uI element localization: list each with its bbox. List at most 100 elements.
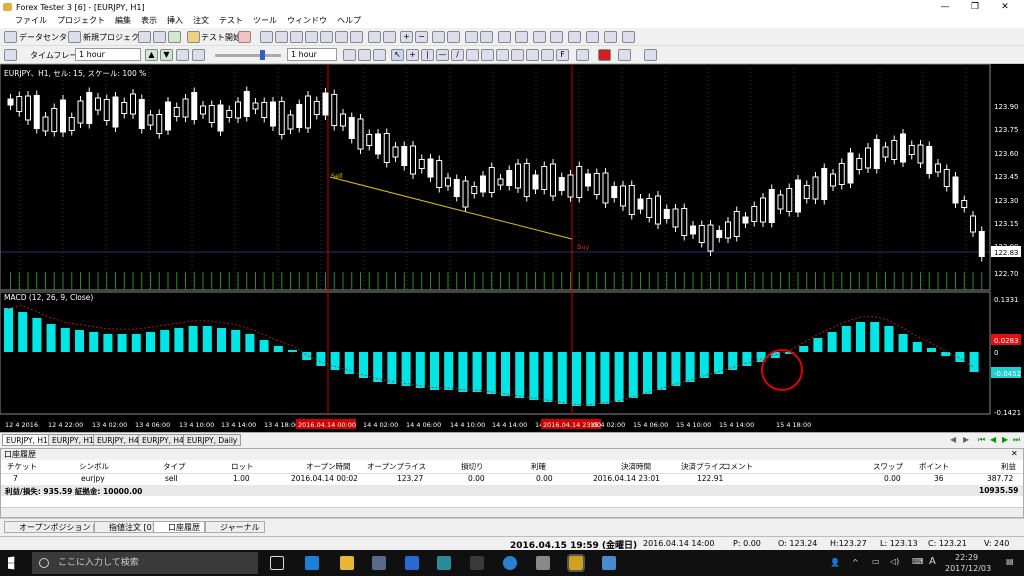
tb2-icon-4[interactable] bbox=[358, 49, 371, 61]
clock-date[interactable]: 2017/12/03 bbox=[945, 564, 991, 573]
col-open-price[interactable]: オープンプライス bbox=[367, 461, 426, 472]
panel-close-icon[interactable]: ✕ bbox=[1011, 449, 1018, 458]
scroll-left-icon[interactable]: ◀ bbox=[950, 435, 956, 444]
tb1-icon-5[interactable] bbox=[320, 31, 333, 43]
up-arrow-icon[interactable]: ▲ bbox=[145, 49, 158, 61]
open-icon[interactable] bbox=[138, 31, 151, 43]
test-start-button[interactable]: テスト開始 bbox=[201, 32, 241, 43]
tb1-icon-21[interactable] bbox=[622, 31, 635, 43]
tb1-icon-17[interactable] bbox=[550, 31, 563, 43]
menu-help[interactable]: ヘルプ bbox=[332, 14, 366, 28]
menu-tools[interactable]: ツール bbox=[248, 14, 282, 28]
tray-volume-icon[interactable]: ◁) bbox=[890, 557, 899, 566]
tb1-icon-14[interactable] bbox=[498, 31, 511, 43]
tb1-icon-6[interactable] bbox=[335, 31, 348, 43]
tb2-icon-3[interactable] bbox=[343, 49, 356, 61]
col-takeprofit[interactable]: 利確 bbox=[531, 461, 546, 472]
speed-slider-thumb[interactable] bbox=[260, 50, 265, 60]
tab-eurjpy-daily[interactable]: EURJPY, Daily bbox=[183, 434, 242, 446]
tb2-icon-9[interactable] bbox=[511, 49, 524, 61]
tray-people-icon[interactable]: 👤 bbox=[830, 558, 840, 567]
menu-edit[interactable]: 編集 bbox=[110, 14, 136, 28]
color-icon[interactable] bbox=[598, 49, 611, 61]
close-button[interactable]: ✕ bbox=[990, 0, 1020, 14]
edge-icon[interactable] bbox=[305, 556, 319, 570]
store-icon[interactable] bbox=[372, 556, 386, 570]
tb1-icon-19[interactable] bbox=[586, 31, 599, 43]
crosshair-icon[interactable]: + bbox=[406, 49, 419, 61]
menu-file[interactable]: ファイル bbox=[10, 14, 52, 28]
test-icon[interactable] bbox=[187, 31, 200, 43]
tb1-icon-12[interactable] bbox=[465, 31, 478, 43]
tb1-icon-11[interactable] bbox=[447, 31, 460, 43]
last-icon[interactable]: ⏭ bbox=[1013, 435, 1020, 445]
history-scrollbar[interactable] bbox=[1, 507, 1023, 517]
cursor-icon[interactable]: ↖ bbox=[391, 49, 404, 61]
timeframe-select[interactable]: 1 hour bbox=[75, 48, 141, 61]
col-points[interactable]: ポイント bbox=[919, 461, 949, 472]
tb1-icon-4[interactable] bbox=[305, 31, 318, 43]
tb2-icon-6[interactable] bbox=[466, 49, 479, 61]
tb2-icon-10[interactable] bbox=[526, 49, 539, 61]
tb1-icon-13[interactable] bbox=[480, 31, 493, 43]
menu-test[interactable]: テスト bbox=[214, 14, 248, 28]
new-project-icon[interactable] bbox=[68, 31, 81, 43]
col-close-time[interactable]: 決済時間 bbox=[621, 461, 651, 472]
refresh-icon[interactable] bbox=[168, 31, 181, 43]
col-profit[interactable]: 利益 bbox=[1001, 461, 1016, 472]
tb1-icon-20[interactable] bbox=[604, 31, 617, 43]
font-icon[interactable]: F bbox=[556, 49, 569, 61]
tb1-icon-18[interactable] bbox=[568, 31, 581, 43]
minimize-button[interactable]: — bbox=[930, 0, 960, 14]
col-close-price[interactable]: 決済プライス bbox=[681, 461, 726, 472]
bing-icon[interactable] bbox=[437, 556, 451, 570]
scroll-right-icon[interactable]: ▶ bbox=[963, 435, 969, 444]
col-stoploss[interactable]: 損切り bbox=[461, 461, 484, 472]
ie-icon[interactable] bbox=[503, 556, 517, 570]
down-arrow-icon[interactable]: ▼ bbox=[160, 49, 173, 61]
tb2-icon-13[interactable] bbox=[618, 49, 631, 61]
chart-area[interactable]: 123.90123.75123.60123.45123.30123.15123.… bbox=[0, 64, 1024, 432]
speed-select[interactable]: 1 hour bbox=[287, 48, 337, 61]
tab-pending-orders[interactable]: 指値注文 [0] bbox=[94, 521, 160, 533]
col-open-time[interactable]: オープン時間 bbox=[306, 461, 351, 472]
forex-tester-icon[interactable] bbox=[567, 554, 585, 572]
tb1-icon-9[interactable] bbox=[383, 31, 396, 43]
maximize-button[interactable]: ❐ bbox=[960, 0, 990, 14]
prev-icon[interactable]: ◀ bbox=[990, 435, 996, 444]
tb2-icon-8[interactable] bbox=[496, 49, 509, 61]
tray-keyboard-icon[interactable]: ⌨ bbox=[912, 557, 924, 566]
tb1-icon-2[interactable] bbox=[275, 31, 288, 43]
tab-account-history[interactable]: 口座履歴 bbox=[153, 521, 205, 533]
tab-eurjpy-h4-2[interactable]: EURJPY, H4 bbox=[138, 434, 188, 446]
tray-up-icon[interactable]: ^ bbox=[852, 558, 859, 567]
tb2-icon-1[interactable] bbox=[176, 49, 189, 61]
col-swap[interactable]: スワップ bbox=[873, 461, 903, 472]
tab-journal[interactable]: ジャーナル bbox=[205, 521, 265, 533]
tb1-icon-7[interactable] bbox=[350, 31, 363, 43]
tb2-icon-2[interactable] bbox=[192, 49, 205, 61]
app-icon-1[interactable] bbox=[470, 556, 484, 570]
clock-time[interactable]: 22:29 bbox=[955, 553, 978, 562]
notifications-icon[interactable]: ▤ bbox=[1006, 557, 1014, 566]
tb2-icon-14[interactable] bbox=[644, 49, 657, 61]
menu-window[interactable]: ウィンドウ bbox=[282, 14, 332, 28]
mail-icon[interactable] bbox=[405, 556, 419, 570]
menu-project[interactable]: プロジェクト bbox=[52, 14, 110, 28]
taskbar-search[interactable]: ここに入力して検索 bbox=[32, 552, 258, 574]
data-center-button[interactable]: データセンター bbox=[19, 32, 75, 43]
tb2-icon-7[interactable] bbox=[481, 49, 494, 61]
tb1-icon-15[interactable] bbox=[515, 31, 528, 43]
next-icon[interactable]: ▶ bbox=[1002, 435, 1008, 444]
explorer-icon[interactable] bbox=[340, 556, 354, 570]
price-chart[interactable]: 123.90123.75123.60123.45123.30123.15123.… bbox=[0, 64, 1024, 432]
tb1-icon-8[interactable] bbox=[368, 31, 381, 43]
app-icon-2[interactable] bbox=[536, 556, 550, 570]
hline-icon[interactable]: — bbox=[436, 49, 449, 61]
tray-network-icon[interactable]: ▭ bbox=[872, 557, 880, 566]
tb2-icon-11[interactable] bbox=[541, 49, 554, 61]
tab-eurjpy-h1[interactable]: EURJPY, H1 bbox=[2, 434, 52, 446]
data-center-icon[interactable] bbox=[4, 31, 17, 43]
col-symbol[interactable]: シンボル bbox=[79, 461, 109, 472]
menu-order[interactable]: 注文 bbox=[188, 14, 214, 28]
